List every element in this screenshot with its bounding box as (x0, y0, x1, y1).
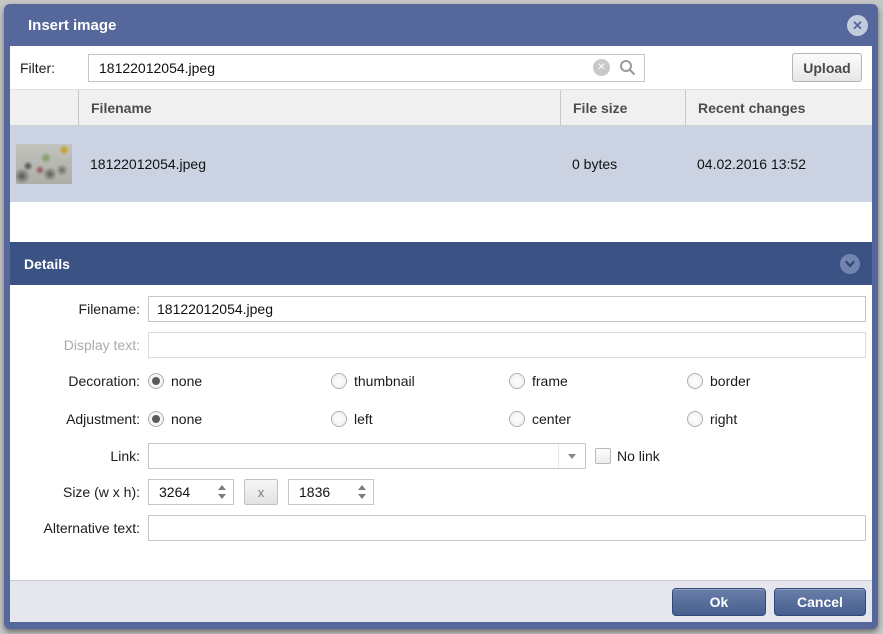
filename-label: Filename: (10, 301, 140, 317)
filter-input-wrap: ✕ (88, 54, 645, 82)
decoration-options: none thumbnail frame border (148, 373, 866, 389)
table-empty-area (10, 202, 872, 242)
width-stepper[interactable]: 3264 (148, 479, 234, 505)
adjustment-label: Adjustment: (10, 411, 140, 427)
alternative-text-row: Alternative text: (10, 515, 866, 541)
file-row-size: 0 bytes (560, 156, 685, 172)
decoration-option-label: border (710, 373, 750, 389)
details-section-header: Details (10, 242, 872, 285)
decoration-radio-none[interactable] (148, 373, 164, 389)
spinner-down-icon[interactable] (358, 494, 366, 503)
adjustment-radio-center[interactable] (509, 411, 525, 427)
dropdown-arrow-icon[interactable] (558, 444, 585, 468)
decoration-radio-thumbnail[interactable] (331, 373, 347, 389)
column-header-recent-changes[interactable]: Recent changes (685, 90, 872, 125)
column-header-thumbnail (10, 90, 78, 125)
collapse-details-icon[interactable] (840, 254, 860, 274)
link-row: Link: No link (10, 443, 866, 469)
display-text-row: Display text: (10, 332, 866, 358)
adjustment-option-label: right (710, 411, 737, 427)
decoration-option-frame: frame (509, 373, 687, 389)
decoration-option-none: none (148, 373, 331, 389)
display-text-field (148, 332, 866, 358)
decoration-option-label: none (171, 373, 202, 389)
details-form: Filename: Display text: Decoration: none… (10, 285, 872, 580)
size-row: Size (w x h): 3264 x 1836 (10, 479, 866, 505)
no-link-label: No link (617, 448, 660, 464)
file-row-recent-changes: 04.02.2016 13:52 (685, 156, 872, 172)
alternative-text-label: Alternative text: (10, 520, 140, 536)
width-stepper-arrows[interactable] (218, 485, 226, 499)
dialog-footer: Ok Cancel (10, 580, 872, 622)
decoration-row: Decoration: none thumbnail frame (10, 368, 866, 394)
no-link-checkbox[interactable] (595, 448, 611, 464)
alternative-text-field[interactable] (148, 515, 866, 541)
adjustment-option-label: none (171, 411, 202, 427)
spinner-down-icon[interactable] (218, 494, 226, 503)
details-title: Details (24, 256, 840, 272)
upload-button[interactable]: Upload (792, 53, 862, 82)
adjustment-option-left: left (331, 411, 509, 427)
size-link-button[interactable]: x (244, 479, 278, 505)
table-row[interactable]: 18122012054.jpeg 0 bytes 04.02.2016 13:5… (10, 126, 872, 202)
search-icon[interactable] (619, 59, 636, 76)
height-stepper-arrows[interactable] (358, 485, 366, 499)
insert-image-dialog: Insert image ✕ Filter: ✕ Upload Filename (4, 4, 878, 629)
close-icon[interactable]: ✕ (847, 15, 868, 36)
ok-button[interactable]: Ok (672, 588, 766, 616)
display-text-label: Display text: (10, 337, 140, 353)
adjustment-option-none: none (148, 411, 331, 427)
file-thumbnail-cell (10, 144, 78, 184)
spinner-up-icon[interactable] (218, 481, 226, 490)
column-header-file-size[interactable]: File size (560, 90, 685, 125)
link-dropdown[interactable] (148, 443, 586, 469)
adjustment-radio-right[interactable] (687, 411, 703, 427)
adjustment-radio-none[interactable] (148, 411, 164, 427)
adjustment-row: Adjustment: none left center (10, 406, 866, 432)
spinner-up-icon[interactable] (358, 481, 366, 490)
decoration-radio-border[interactable] (687, 373, 703, 389)
dialog-content: Filter: ✕ Upload Filename File size Rece… (10, 46, 872, 622)
filename-row: Filename: (10, 296, 866, 322)
file-thumbnail-image (16, 144, 72, 184)
decoration-option-label: thumbnail (354, 373, 415, 389)
width-value: 3264 (159, 484, 190, 500)
decoration-radio-frame[interactable] (509, 373, 525, 389)
size-label: Size (w x h): (10, 484, 140, 500)
dialog-title: Insert image (28, 17, 847, 34)
filter-input[interactable] (99, 60, 593, 76)
adjustment-radio-left[interactable] (331, 411, 347, 427)
file-table-header: Filename File size Recent changes (10, 90, 872, 126)
height-value: 1836 (299, 484, 330, 500)
adjustment-option-label: left (354, 411, 373, 427)
adjustment-options: none left center right (148, 411, 866, 427)
adjustment-option-right: right (687, 411, 866, 427)
column-header-filename[interactable]: Filename (78, 90, 560, 125)
filter-row: Filter: ✕ Upload (10, 46, 872, 90)
decoration-option-border: border (687, 373, 866, 389)
clear-filter-icon[interactable]: ✕ (593, 59, 610, 76)
filename-field[interactable] (148, 296, 866, 322)
file-row-filename: 18122012054.jpeg (78, 156, 560, 172)
decoration-option-thumbnail: thumbnail (331, 373, 509, 389)
cancel-button[interactable]: Cancel (774, 588, 866, 616)
dialog-titlebar: Insert image ✕ (4, 4, 878, 46)
link-label: Link: (10, 448, 140, 464)
height-stepper[interactable]: 1836 (288, 479, 374, 505)
adjustment-option-label: center (532, 411, 571, 427)
adjustment-option-center: center (509, 411, 687, 427)
decoration-label: Decoration: (10, 373, 140, 389)
decoration-option-label: frame (532, 373, 568, 389)
filter-label: Filter: (20, 60, 88, 76)
